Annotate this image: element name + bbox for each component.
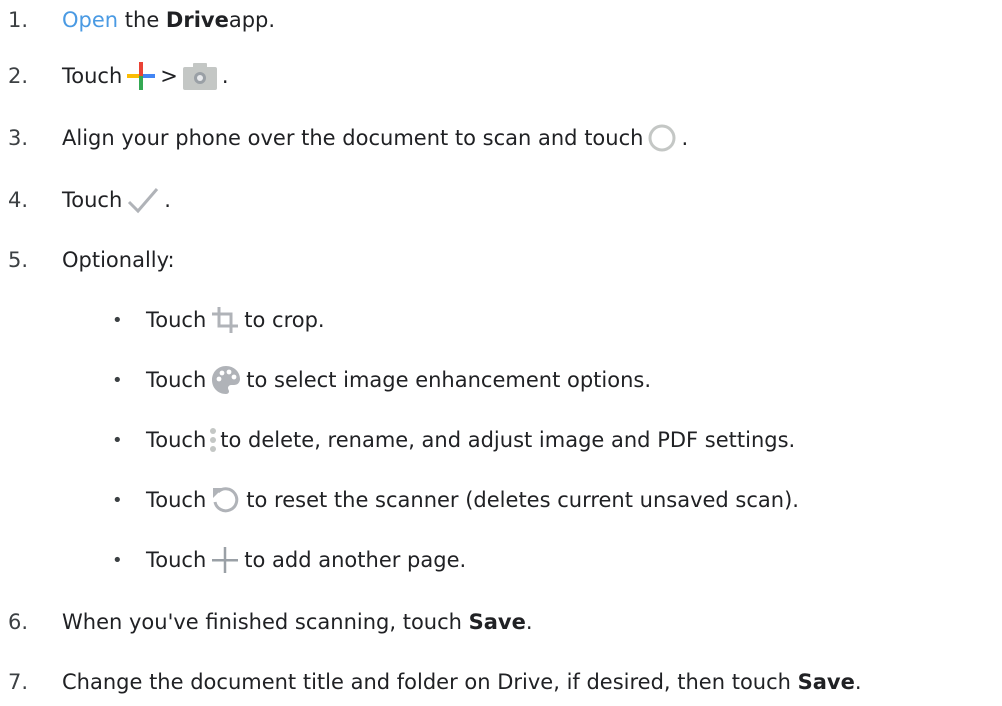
save-label: Save — [468, 610, 526, 634]
bullet: • — [112, 369, 123, 391]
step-text: Align your phone over the document to sc… — [62, 126, 644, 150]
separator: > — [160, 64, 178, 88]
bullet: • — [112, 309, 123, 331]
shutter-icon — [647, 123, 677, 153]
palette-icon — [210, 364, 242, 396]
step-3: 3. Align your phone over the document to… — [0, 118, 1002, 158]
step-1: 1. Open the Drive app. — [0, 0, 1002, 40]
step-number: 2. — [8, 64, 29, 88]
step-number: 5. — [8, 248, 29, 272]
step-7: 7. Change the document title and folder … — [0, 662, 1002, 702]
optional-enhance: • Touch to select image enhancement opti… — [0, 360, 1002, 400]
step-text: Touch — [146, 368, 207, 392]
step-text: Touch — [146, 548, 207, 572]
more-vert-icon — [208, 425, 218, 455]
step-text: to delete, rename, and adjust image and … — [220, 428, 796, 452]
step-number: 6. — [8, 610, 29, 634]
step-text: Optionally: — [62, 248, 175, 272]
step-5: 5. Optionally: — [0, 240, 1002, 280]
step-text: . — [525, 610, 533, 634]
step-text: to select image enhancement options. — [246, 368, 651, 392]
step-text: Touch — [146, 308, 207, 332]
bullet: • — [112, 429, 123, 451]
optional-reset: • Touch to reset the scanner (deletes cu… — [0, 480, 1002, 520]
open-link[interactable]: Open — [62, 8, 118, 32]
step-number: 3. — [8, 126, 29, 150]
step-text: Touch — [62, 64, 123, 88]
scan-instructions: 1. Open the Drive app. 2. Touch > . 3. A… — [0, 0, 1002, 706]
save-label: Save — [797, 670, 855, 694]
new-plus-icon — [126, 61, 156, 91]
step-number: 7. — [8, 670, 29, 694]
reset-icon — [210, 484, 242, 516]
checkmark-icon — [126, 185, 160, 215]
optional-crop: • Touch to crop. — [0, 300, 1002, 340]
step-number: 4. — [8, 188, 29, 212]
step-2: 2. Touch > . — [0, 56, 1002, 96]
step-text: . — [681, 126, 689, 150]
step-text: Change the document title and folder on … — [62, 670, 798, 694]
optional-add-page: • Touch to add another page. — [0, 540, 1002, 580]
step-4: 4. Touch . — [0, 180, 1002, 220]
step-text: Touch — [62, 188, 123, 212]
step-text: to add another page. — [244, 548, 467, 572]
step-text: Touch — [146, 428, 207, 452]
camera-icon — [182, 61, 218, 91]
optional-more: • Touch to delete, rename, and adjust im… — [0, 420, 1002, 460]
step-text: Touch — [146, 488, 207, 512]
add-page-icon — [210, 545, 240, 575]
step-text: . — [221, 64, 229, 88]
step-number: 1. — [8, 8, 29, 32]
step-text: . — [164, 188, 171, 212]
step-6: 6. When you've finished scanning, touch … — [0, 602, 1002, 642]
step-text: When you've finished scanning, touch — [62, 610, 469, 634]
step-text: to crop. — [244, 308, 325, 332]
step-text: to reset the scanner (deletes current un… — [246, 488, 799, 512]
bullet: • — [112, 549, 123, 571]
bullet: • — [112, 489, 123, 511]
step-text: . — [854, 670, 862, 694]
drive-app-name: Drive — [165, 8, 229, 32]
crop-icon — [210, 305, 240, 335]
step-text: app. — [228, 8, 276, 32]
step-text: the — [118, 8, 166, 32]
